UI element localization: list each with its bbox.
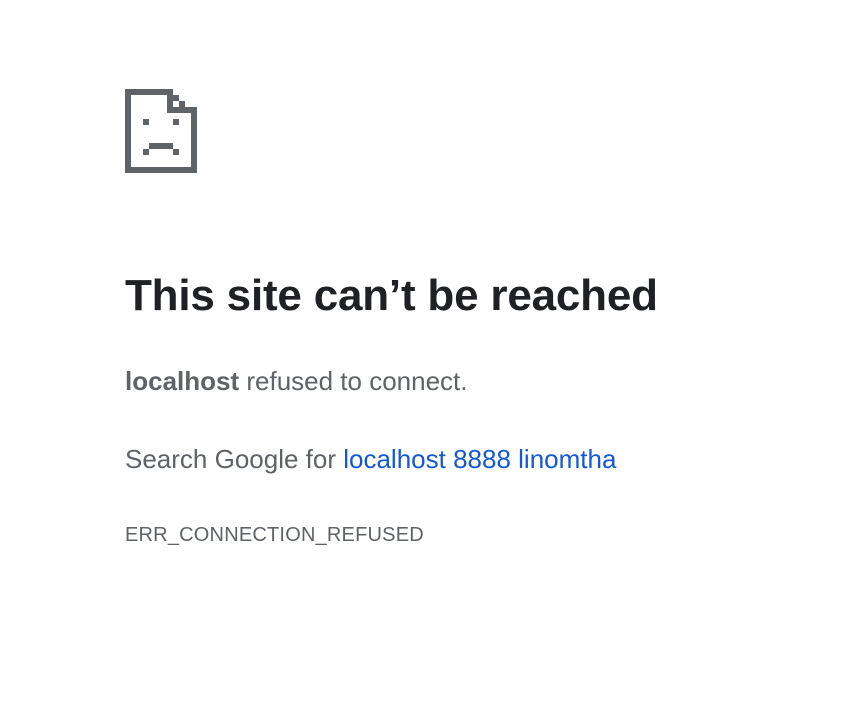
sad-page-icon — [125, 88, 197, 174]
search-suggestion-prefix: Search Google for — [125, 444, 344, 474]
error-summary: localhost refused to connect. — [125, 364, 468, 398]
error-host: localhost — [125, 366, 240, 396]
search-google-link[interactable]: localhost 8888 linomtha — [343, 444, 616, 474]
page-title: This site can’t be reached — [125, 271, 658, 320]
error-summary-text: refused to connect. — [239, 366, 468, 396]
error-message: This site can’t be reached localhost ref… — [125, 270, 825, 546]
search-suggestion: Search Google for localhost 8888 linomth… — [125, 442, 616, 476]
error-code: ERR_CONNECTION_REFUSED — [125, 524, 424, 546]
